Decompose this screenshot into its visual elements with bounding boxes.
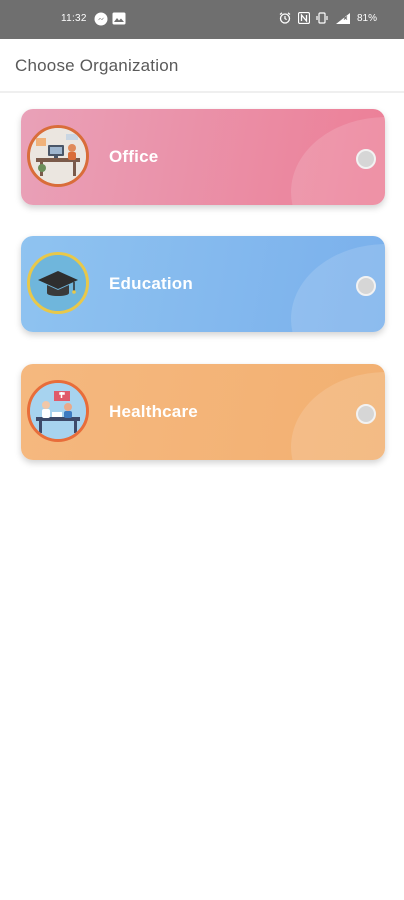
page-title: Choose Organization <box>15 56 179 75</box>
organization-card-office[interactable]: Office <box>21 109 385 205</box>
office-radio-button[interactable] <box>356 149 376 169</box>
vibrate-icon <box>316 12 328 24</box>
nfc-icon <box>298 12 310 24</box>
education-radio-button[interactable] <box>356 276 376 296</box>
gallery-icon <box>112 12 126 25</box>
alarm-icon <box>279 12 291 24</box>
graduation-cap-icon <box>27 252 89 314</box>
healthcare-illustration-icon <box>27 380 89 442</box>
status-bar: 11:32 81% <box>0 0 404 39</box>
organization-label: Office <box>109 147 159 166</box>
status-time: 11:32 <box>61 13 87 24</box>
organization-card-healthcare[interactable]: Healthcare <box>21 364 385 460</box>
healthcare-radio-button[interactable] <box>356 404 376 424</box>
organization-card-education[interactable]: Education <box>21 236 385 332</box>
signal-icon <box>336 13 350 24</box>
organization-label: Healthcare <box>109 402 198 421</box>
app-bar: Choose Organization <box>0 39 404 93</box>
office-illustration-icon <box>27 125 89 187</box>
organization-label: Education <box>109 274 193 293</box>
messenger-icon <box>94 12 108 26</box>
battery-level: 81% <box>357 13 378 24</box>
